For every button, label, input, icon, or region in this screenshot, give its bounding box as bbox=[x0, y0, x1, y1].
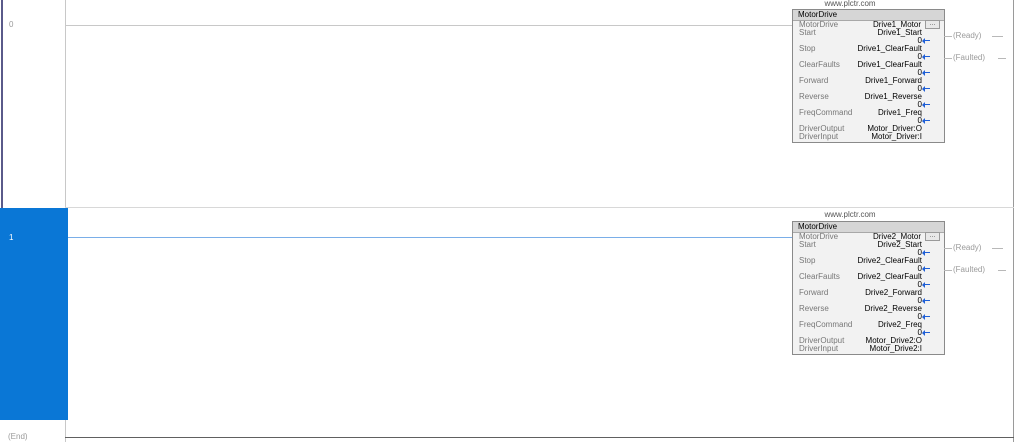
param-tag[interactable]: Drive2_ClearFault bbox=[858, 273, 922, 281]
value-arrow-icon bbox=[922, 282, 930, 288]
value-arrow-icon bbox=[922, 118, 930, 124]
value-arrow-icon bbox=[922, 250, 930, 256]
param-name: Forward bbox=[799, 76, 829, 85]
param-name: ClearFaults bbox=[799, 60, 840, 69]
value-arrow-icon bbox=[922, 54, 930, 60]
param-name: Reverse bbox=[799, 92, 829, 101]
param-tag[interactable]: Drive1_Start bbox=[878, 29, 922, 37]
param-row-driverinput[interactable]: DriverInput Motor_Drive2:I bbox=[793, 345, 944, 353]
ellipsis-button[interactable]: ... bbox=[925, 232, 940, 241]
param-tag[interactable]: Drive2_Forward bbox=[865, 289, 922, 297]
param-tag[interactable]: Motor_Driver:I bbox=[871, 133, 922, 141]
param-row-driverinput[interactable]: DriverInput Motor_Driver:I bbox=[793, 133, 944, 141]
website-label-0: www.plctr.com bbox=[824, 0, 876, 8]
param-name: FreqCommand bbox=[799, 320, 853, 329]
ready-output-1[interactable]: (Ready) bbox=[944, 243, 1014, 253]
param-name: ClearFaults bbox=[799, 272, 840, 281]
param-name: Stop bbox=[799, 256, 816, 265]
param-tag[interactable]: Drive1_Forward bbox=[865, 77, 922, 85]
value-arrow-icon bbox=[922, 102, 930, 108]
ready-output-0[interactable]: (Ready) bbox=[944, 31, 1014, 41]
param-name: Reverse bbox=[799, 304, 829, 313]
rung-1-wire bbox=[68, 237, 792, 238]
param-tag[interactable]: Drive2_ClearFault bbox=[858, 257, 922, 265]
value-arrow-icon bbox=[922, 314, 930, 320]
value-arrow-icon bbox=[922, 86, 930, 92]
param-tag[interactable]: Motor_Drive2:I bbox=[870, 345, 922, 353]
param-tag[interactable]: Drive2_Reverse bbox=[865, 305, 922, 313]
value-arrow-icon bbox=[922, 330, 930, 336]
param-name: DriverInput bbox=[799, 344, 839, 353]
param-name: Forward bbox=[799, 288, 829, 297]
end-rung-label: (End) bbox=[8, 432, 28, 441]
output-label: Ready bbox=[955, 31, 979, 40]
selected-rung-marker[interactable]: 1 bbox=[0, 208, 66, 420]
param-tag[interactable]: Drive2_Start bbox=[878, 241, 922, 249]
value-arrow-icon bbox=[922, 70, 930, 76]
left-power-rail bbox=[1, 0, 3, 208]
value-arrow-icon bbox=[922, 38, 930, 44]
param-tag[interactable]: Drive1_ClearFault bbox=[858, 45, 922, 53]
end-rung-line bbox=[65, 437, 1014, 438]
output-label: Ready bbox=[955, 243, 979, 252]
param-tag[interactable]: Drive2_Freq bbox=[878, 321, 922, 329]
param-name: DriverInput bbox=[799, 132, 839, 141]
faulted-output-0[interactable]: (Faulted) bbox=[944, 53, 1014, 63]
rung-separator bbox=[65, 207, 1014, 208]
ellipsis-button[interactable]: ... bbox=[925, 20, 940, 29]
param-tag[interactable]: Drive1_Reverse bbox=[865, 93, 922, 101]
website-label-1: www.plctr.com bbox=[824, 210, 876, 219]
param-tag[interactable]: Drive1_Freq bbox=[878, 109, 922, 117]
motordrive-instruction-1[interactable]: MotorDrive MotorDrive Drive2_Motor ... S… bbox=[792, 221, 945, 355]
output-label: Faulted bbox=[955, 53, 983, 62]
value-arrow-icon bbox=[922, 298, 930, 304]
rung-number-1[interactable]: 1 bbox=[9, 233, 13, 242]
param-name: Start bbox=[799, 240, 816, 249]
rung-0-wire bbox=[65, 25, 792, 26]
output-label: Faulted bbox=[955, 265, 983, 274]
param-name: FreqCommand bbox=[799, 108, 853, 117]
faulted-output-1[interactable]: (Faulted) bbox=[944, 265, 1014, 275]
value-arrow-icon bbox=[922, 266, 930, 272]
rung-number-0[interactable]: 0 bbox=[9, 20, 13, 29]
right-power-rail bbox=[1013, 0, 1014, 442]
selected-rung-edge bbox=[66, 208, 68, 420]
motordrive-instruction-0[interactable]: MotorDrive MotorDrive Drive1_Motor ... S… bbox=[792, 9, 945, 143]
param-name: Start bbox=[799, 28, 816, 37]
param-name: Stop bbox=[799, 44, 816, 53]
param-tag[interactable]: Drive1_ClearFault bbox=[858, 61, 922, 69]
